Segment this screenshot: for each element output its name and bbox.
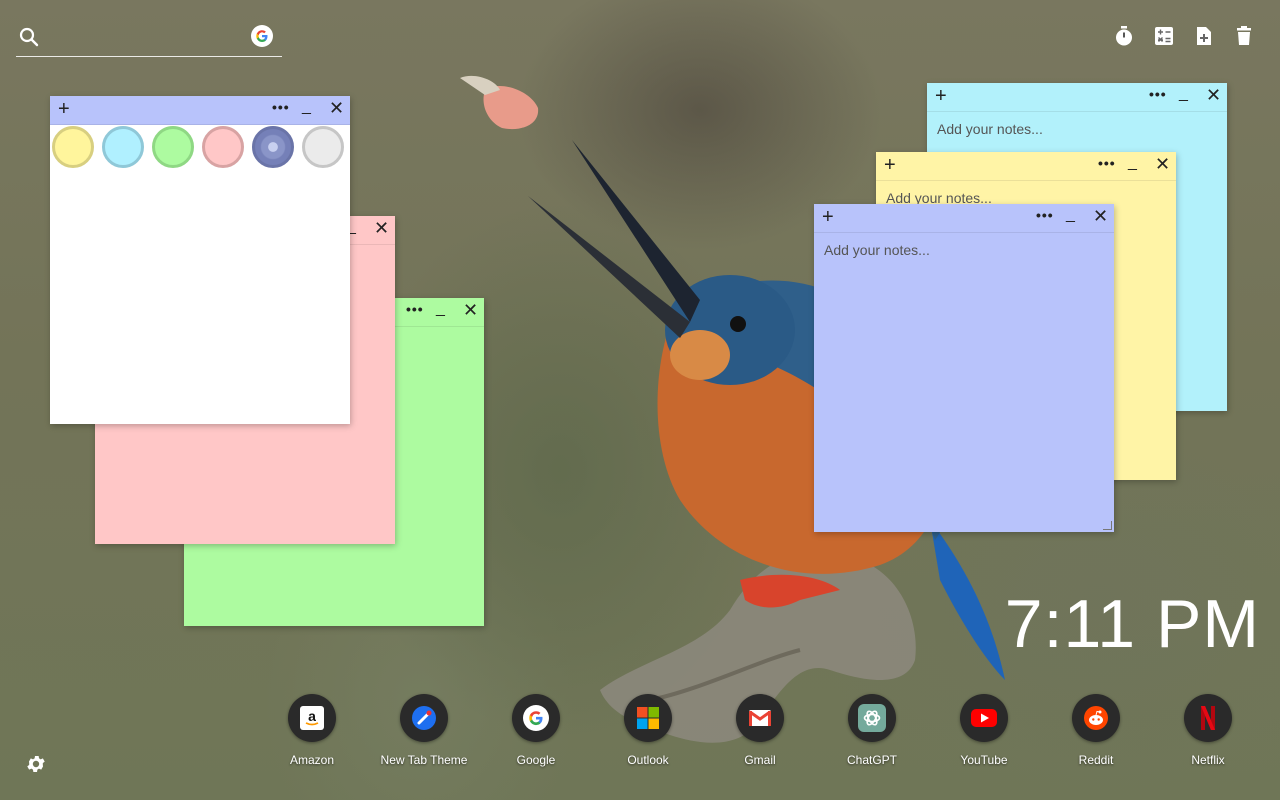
search-input[interactable]: [46, 26, 250, 52]
note-header: + ••• _ ✕: [50, 96, 350, 125]
shortcut-amazon[interactable]: a Amazon: [252, 694, 372, 767]
minimize-button[interactable]: _: [1179, 85, 1188, 103]
more-options-button[interactable]: •••: [406, 301, 424, 317]
add-note-button[interactable]: +: [822, 207, 834, 227]
shortcut-label: ChatGPT: [846, 753, 897, 767]
shortcut-label: Reddit: [1078, 753, 1114, 767]
close-button[interactable]: ✕: [374, 219, 389, 237]
color-swatch-green[interactable]: [152, 126, 194, 168]
shortcut-youtube[interactable]: YouTube: [924, 694, 1044, 767]
reddit-icon: [1072, 694, 1120, 742]
close-button[interactable]: ✕: [329, 99, 344, 117]
shortcut-label: Google: [516, 753, 556, 767]
minimize-button[interactable]: _: [1066, 206, 1075, 224]
gear-icon: [27, 756, 45, 772]
more-options-button[interactable]: •••: [1098, 155, 1116, 171]
color-swatch-gray[interactable]: [302, 126, 344, 168]
resize-handle[interactable]: [1103, 521, 1112, 530]
add-note-icon: [1197, 27, 1211, 45]
timer-button[interactable]: [1112, 24, 1136, 48]
note-text-placeholder[interactable]: Add your notes...: [824, 242, 930, 258]
close-button[interactable]: ✕: [1093, 207, 1108, 225]
microsoft-icon: [624, 694, 672, 742]
shortcut-gmail[interactable]: Gmail: [700, 694, 820, 767]
close-button[interactable]: ✕: [1155, 155, 1170, 173]
calculator-icon: [1155, 27, 1173, 45]
amazon-icon: a: [288, 694, 336, 742]
color-swatch-pink[interactable]: [202, 126, 244, 168]
note-header: + ••• _ ✕: [927, 83, 1227, 112]
add-note-button[interactable]: +: [58, 99, 70, 119]
add-note-button[interactable]: +: [935, 86, 947, 106]
youtube-icon: [960, 694, 1008, 742]
google-g-icon[interactable]: [251, 25, 273, 47]
svg-text:a: a: [308, 708, 316, 724]
note-header: + ••• _ ✕: [814, 204, 1114, 233]
minimize-button[interactable]: _: [436, 300, 445, 318]
close-button[interactable]: ✕: [1206, 86, 1221, 104]
color-swatch-indigo[interactable]: [252, 126, 294, 168]
google-icon: [512, 694, 560, 742]
calculator-button[interactable]: [1152, 24, 1176, 48]
sticky-note-indigo[interactable]: + ••• _ ✕ Add your notes...: [814, 204, 1114, 532]
shortcut-netflix[interactable]: Netflix: [1148, 694, 1268, 767]
trash-button[interactable]: [1232, 24, 1256, 48]
more-options-button[interactable]: •••: [272, 99, 290, 115]
shortcut-label: Amazon: [289, 753, 335, 767]
more-options-button[interactable]: •••: [1036, 207, 1054, 223]
more-options-button[interactable]: •••: [1149, 86, 1167, 102]
add-note-button[interactable]: [1192, 24, 1216, 48]
shortcut-google[interactable]: Google: [476, 694, 596, 767]
shortcut-new-tab-theme[interactable]: New Tab Theme: [364, 694, 484, 767]
new-tab-theme-icon: [400, 694, 448, 742]
minimize-button[interactable]: _: [1128, 154, 1137, 172]
search-bar[interactable]: [16, 22, 282, 57]
shortcut-chatgpt[interactable]: ChatGPT: [812, 694, 932, 767]
add-note-button[interactable]: +: [884, 155, 896, 175]
sticky-note-white[interactable]: + ••• _ ✕: [50, 96, 350, 424]
gmail-icon: [736, 694, 784, 742]
chatgpt-icon: [848, 694, 896, 742]
settings-button[interactable]: [25, 753, 47, 775]
clock-time: 7:11 PM: [1004, 586, 1260, 662]
shortcut-label: Gmail: [744, 753, 776, 767]
color-swatch-yellow[interactable]: [52, 126, 94, 168]
minimize-button[interactable]: _: [302, 98, 311, 116]
search-icon[interactable]: [18, 26, 40, 53]
color-swatch-cyan[interactable]: [102, 126, 144, 168]
netflix-icon: [1184, 694, 1232, 742]
shortcut-outlook[interactable]: Outlook: [588, 694, 708, 767]
note-text-placeholder[interactable]: Add your notes...: [937, 121, 1043, 137]
shortcut-reddit[interactable]: Reddit: [1036, 694, 1156, 767]
close-button[interactable]: ✕: [463, 301, 478, 319]
shortcut-label: YouTube: [960, 753, 1008, 767]
timer-icon: [1116, 26, 1132, 46]
shortcut-label: Outlook: [627, 753, 669, 767]
shortcut-label: Netflix: [1191, 753, 1225, 767]
shortcut-label: New Tab Theme: [380, 753, 468, 767]
note-header: + ••• _ ✕: [876, 152, 1176, 181]
trash-icon: [1237, 26, 1251, 45]
